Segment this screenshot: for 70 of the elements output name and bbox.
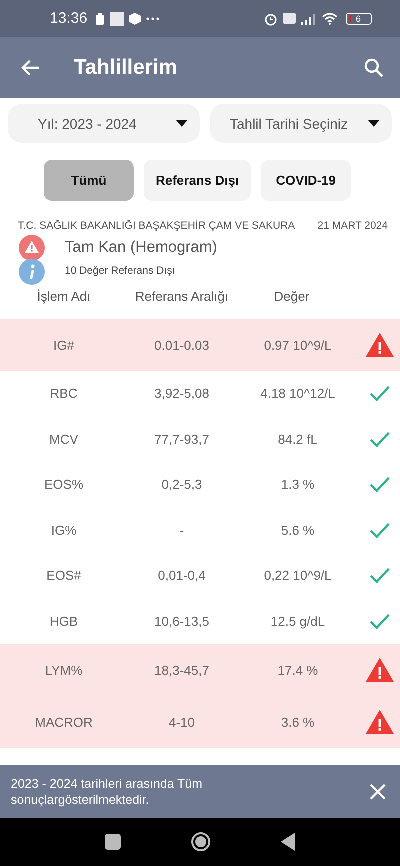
- wifi-icon: [322, 12, 338, 24]
- table-cell-text: 0,22 10^9/L: [263, 568, 333, 584]
- table-cell-text: 18,3-45,7: [154, 662, 210, 678]
- check-icon: [370, 432, 390, 447]
- table-cell-text: 3.6 %: [280, 714, 316, 730]
- table-cell-text: 17.4 %: [276, 662, 320, 678]
- report-date: 21 MART 2024: [318, 220, 388, 232]
- recents-icon[interactable]: [105, 834, 121, 850]
- check-icon: [370, 386, 390, 402]
- filter-tab[interactable]: COVID-19: [261, 160, 352, 201]
- dropdown[interactable]: Yıl: 2023 - 2024: [8, 104, 200, 143]
- check-icon: [370, 614, 390, 629]
- check-icon: [370, 522, 390, 538]
- table-cell-text: IG#: [52, 338, 76, 352]
- column-header: Değer: [273, 288, 311, 304]
- table-cell-text: IG%: [50, 522, 78, 538]
- battery-icon: 6: [346, 12, 372, 24]
- battery-saver-icon: [94, 12, 105, 24]
- warning-icon: [365, 657, 395, 683]
- table-cell-text: 77,7-93,7: [154, 432, 210, 447]
- table-cell-text: 0.01-0.03: [154, 338, 210, 352]
- table-cell-text: 3,92-5,08: [154, 386, 210, 402]
- table-cell-text: 0,01-0,4: [157, 568, 207, 584]
- page-title: Tahlillerim: [74, 56, 178, 80]
- column-header: İşlem Adı: [36, 288, 92, 304]
- warning-icon: [365, 709, 395, 735]
- table-cell-text: 84.2 fL: [277, 432, 319, 447]
- close-icon: [370, 784, 386, 800]
- table-cell-text: 12.5 g/dL: [270, 614, 326, 629]
- more-icon: [146, 16, 160, 20]
- table-cell-text: 10,6-13,5: [154, 614, 210, 629]
- table-cell-text: 0,2-5,3: [160, 477, 204, 492]
- table-cell-text: 1.3 %: [280, 477, 316, 492]
- dropdown[interactable]: Tahlil Tarihi Seçiniz: [210, 104, 392, 143]
- table-cell-text: -: [178, 522, 186, 538]
- back-arrow-icon: [20, 58, 40, 76]
- summary-text: 10 Değer Referans Dışı: [65, 264, 176, 276]
- status-time: 13:36: [50, 10, 88, 27]
- table-cell-text: 4-10: [168, 714, 196, 730]
- caret-icon: [176, 120, 188, 127]
- volte-icon: [283, 13, 296, 24]
- check-icon: [370, 477, 390, 492]
- table-cell-text: 5.6 %: [280, 522, 316, 538]
- table-cell-text: LYM%: [44, 662, 84, 678]
- table-cell-text: 4.18 10^12/L: [260, 386, 336, 402]
- home-icon[interactable]: [191, 832, 211, 852]
- table-cell-text: HGB: [48, 614, 80, 629]
- box-icon: [128, 12, 141, 24]
- signal-icon: [301, 12, 317, 24]
- info-icon: [19, 259, 45, 285]
- snackbar-message: 2023 - 2024 tarihleri arasında Tüm sonuçlargösterilmektedir.: [11, 776, 204, 808]
- filter-tab[interactable]: Tümü: [44, 160, 134, 201]
- column-header: Referans Aralığı: [134, 288, 230, 304]
- table-cell-text: EOS%: [43, 477, 84, 492]
- hospital-name: T.C. SAĞLIK BAKANLIĞI BAŞAKŞEHİR ÇAM VE SAKURA: [18, 220, 296, 232]
- warning-icon: [19, 235, 45, 261]
- table-cell-text: MACROR: [34, 714, 94, 730]
- table-cell-text: MCV: [48, 432, 80, 447]
- table-cell-text: RBC: [49, 386, 79, 402]
- check-icon: [370, 568, 390, 584]
- caret-icon: [368, 120, 380, 127]
- warning-icon: [365, 332, 395, 358]
- alarm-icon: [264, 12, 278, 26]
- test-name: Tam Kan (Hemogram): [65, 239, 218, 257]
- filter-tab[interactable]: Referans Dışı: [144, 160, 252, 201]
- table-cell-text: EOS#: [46, 568, 82, 584]
- image-icon: [110, 12, 124, 26]
- search-icon: [364, 58, 384, 78]
- table-cell-text: 0.97 10^9/L: [263, 338, 333, 352]
- back-icon[interactable]: [281, 833, 295, 851]
